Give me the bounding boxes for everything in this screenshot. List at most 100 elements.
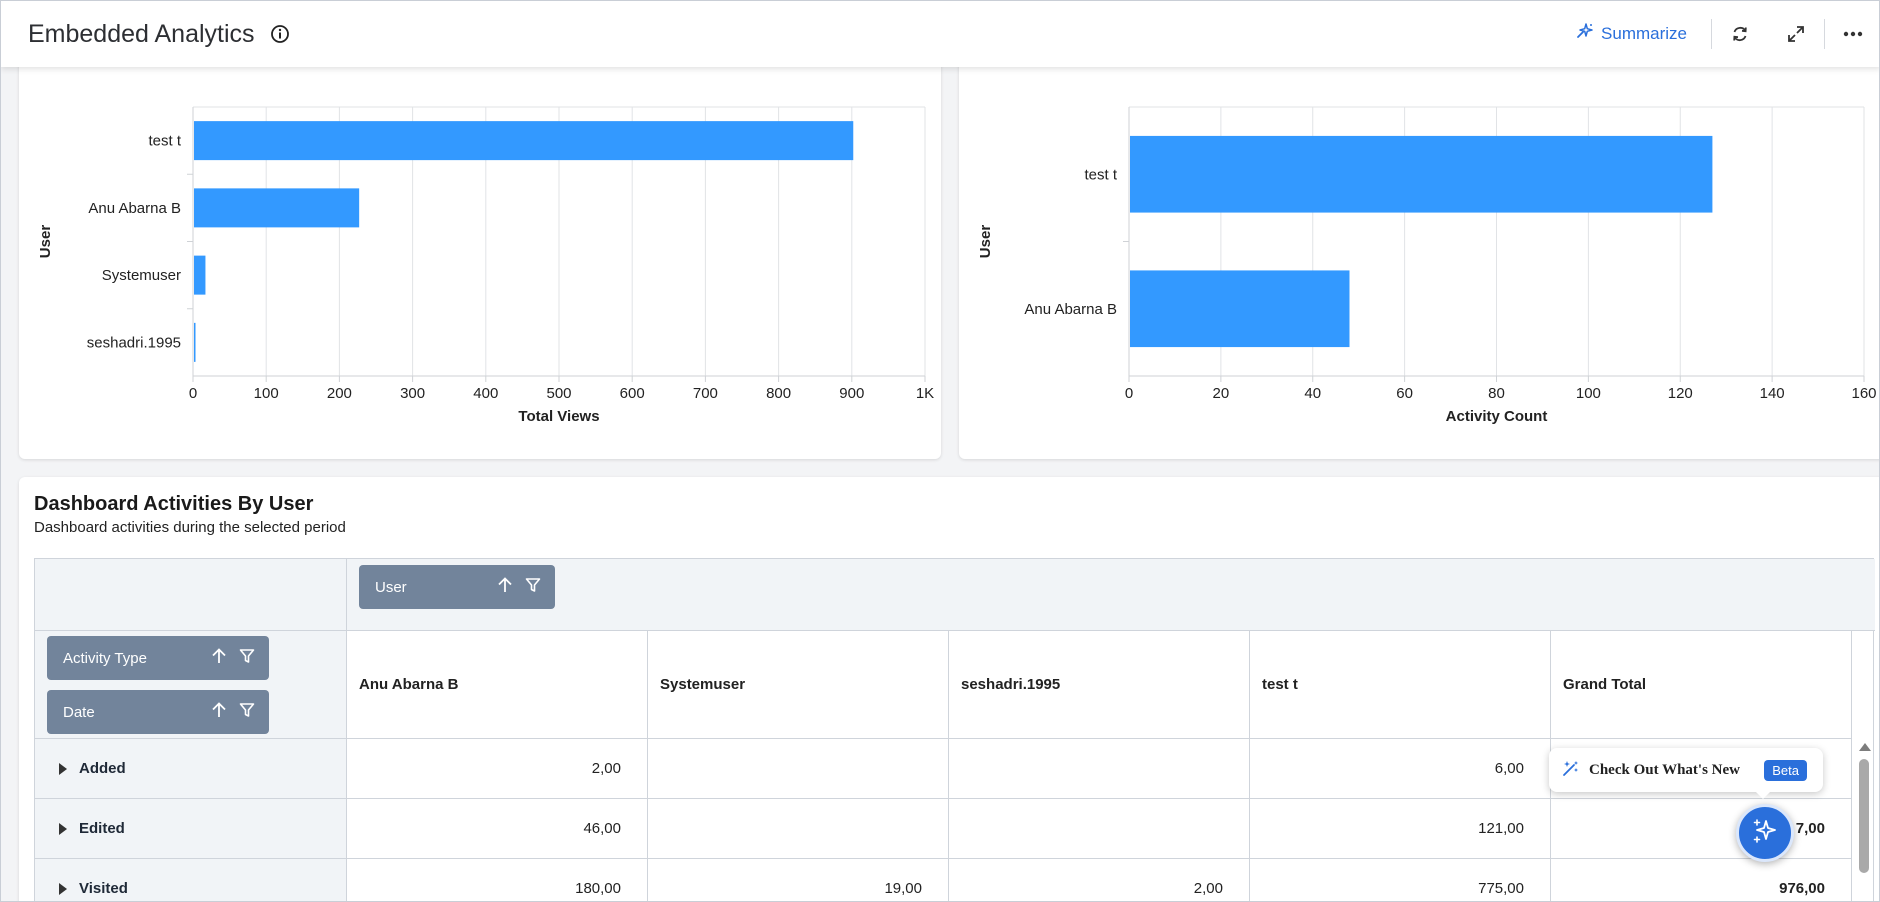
section-subtitle: Dashboard activities during the selected… (34, 519, 346, 536)
vertical-scrollbar[interactable] (1857, 739, 1871, 901)
pivot-corner (35, 559, 347, 631)
bar[interactable] (194, 121, 854, 161)
x-tick-label: 400 (473, 385, 498, 402)
table-cell: 46,00 (347, 799, 648, 859)
summarize-label: Summarize (1601, 24, 1687, 43)
more-icon[interactable] (1825, 14, 1879, 54)
x-tick-label: 160 (1851, 385, 1876, 402)
header-actions: Summarize (1551, 1, 1879, 67)
expand-caret-icon[interactable] (59, 822, 67, 835)
y-tick-label: Anu Abarna B (1024, 301, 1117, 318)
row-label: Visited (79, 880, 128, 897)
x-tick-label: 200 (327, 385, 352, 402)
x-tick-label: 100 (1576, 385, 1601, 402)
table-cell (648, 799, 949, 859)
bar[interactable] (1130, 135, 1713, 213)
pivot-row-field-area: Activity Type Date (35, 631, 347, 739)
date-field-chip[interactable]: Date (47, 690, 269, 734)
sort-ascending-icon[interactable] (211, 647, 227, 669)
beta-badge: Beta (1764, 759, 1807, 781)
refresh-icon[interactable] (1712, 14, 1768, 54)
x-tick-label: 600 (620, 385, 645, 402)
scrollbar-thumb[interactable] (1859, 759, 1869, 873)
activity-count-chart: 0 20 40 60 80 100 120 140 160 test t Anu Abarna B A… (977, 106, 1877, 425)
pivot-column-field-area: User (347, 559, 1875, 631)
x-tick-label: 40 (1304, 385, 1321, 402)
filter-icon[interactable] (239, 648, 255, 668)
app-window: Embedded Analytics Summarize 0 100 200 3… (0, 0, 1880, 902)
x-tick-label: 300 (400, 385, 425, 402)
y-tick-label: test t (148, 133, 181, 150)
table-cell-total: 976,00 (1551, 859, 1852, 901)
filter-icon[interactable] (239, 702, 255, 722)
dashboard-header: Embedded Analytics Summarize (1, 1, 1879, 67)
expand-icon[interactable] (1768, 14, 1824, 54)
column-header-seshadri[interactable]: seshadri.1995 (949, 631, 1250, 739)
table-cell: 19,00 (648, 859, 949, 901)
sparkle-icon (1750, 816, 1780, 851)
column-header-grand-total[interactable]: Grand Total (1551, 631, 1852, 739)
bar[interactable] (1130, 270, 1350, 348)
row-label: Edited (79, 820, 125, 837)
bar[interactable] (194, 255, 206, 295)
y-tick-label: test t (1084, 166, 1117, 183)
popover-tail (1755, 791, 1771, 799)
whats-new-popover[interactable]: Check Out What's New Beta (1549, 748, 1823, 792)
x-axis-title: Activity Count (1446, 408, 1548, 425)
x-tick-label: 100 (254, 385, 279, 402)
table-cell: 121,00 (1250, 799, 1551, 859)
x-tick-label: 800 (766, 385, 791, 402)
x-tick-label: 120 (1668, 385, 1693, 402)
table-cell: 6,00 (1250, 739, 1551, 799)
x-tick-label: 20 (1213, 385, 1230, 402)
x-tick-label: 0 (189, 385, 197, 402)
table-cell (949, 799, 1250, 859)
y-axis-title: User (37, 225, 54, 259)
column-header-anu-abarna-b[interactable]: Anu Abarna B (347, 631, 648, 739)
table-cell: 2,00 (347, 739, 648, 799)
x-axis-title: Total Views (518, 408, 599, 425)
total-views-chart: 0 100 200 300 400 500 600 700 800 900 1K test t Anu … (37, 106, 934, 425)
row-header-edited[interactable]: Edited (35, 799, 347, 859)
y-tick-label: Systemuser (102, 267, 181, 284)
column-header-systemuser[interactable]: Systemuser (648, 631, 949, 739)
x-tick-label: 80 (1488, 385, 1505, 402)
ai-assistant-button[interactable] (1736, 804, 1794, 862)
info-icon[interactable] (269, 23, 291, 45)
table-cell-total: 7,00 (1551, 799, 1852, 859)
y-axis-title: User (977, 225, 994, 259)
x-tick-label: 60 (1396, 385, 1413, 402)
x-tick-label: 140 (1760, 385, 1785, 402)
activity-count-chart-card: 0 20 40 60 80 100 120 140 160 test t Anu Abarna B A… (959, 59, 1879, 459)
table-cell: 2,00 (949, 859, 1250, 901)
x-tick-label: 900 (839, 385, 864, 402)
total-views-chart-card: 0 100 200 300 400 500 600 700 800 900 1K test t Anu … (19, 59, 941, 459)
bar[interactable] (194, 188, 360, 228)
sort-ascending-icon[interactable] (497, 576, 513, 598)
chip-label: Date (63, 703, 95, 721)
whats-new-label: Check Out What's New (1589, 761, 1740, 778)
x-tick-label: 1K (916, 385, 934, 402)
scroll-up-arrow-icon[interactable] (1859, 743, 1871, 751)
column-header-test-t[interactable]: test t (1250, 631, 1551, 739)
filter-icon[interactable] (525, 577, 541, 597)
x-tick-label: 500 (546, 385, 571, 402)
activity-type-field-chip[interactable]: Activity Type (47, 636, 269, 680)
row-label: Added (79, 760, 126, 777)
table-cell (648, 739, 949, 799)
x-tick-label: 0 (1125, 385, 1133, 402)
x-tick-label: 700 (693, 385, 718, 402)
user-field-chip[interactable]: User (359, 565, 555, 609)
page-title: Embedded Analytics (28, 19, 255, 48)
row-header-visited[interactable]: Visited (35, 859, 347, 901)
row-header-added[interactable]: Added (35, 739, 347, 799)
sort-ascending-icon[interactable] (211, 701, 227, 723)
expand-caret-icon[interactable] (59, 762, 67, 775)
chip-label: Activity Type (63, 649, 147, 667)
chip-label: User (375, 578, 407, 596)
pivot-grid: User Activity Type Date Anu Abarna B Sys… (34, 558, 1875, 901)
bar[interactable] (194, 322, 196, 362)
summarize-button[interactable]: Summarize (1551, 22, 1711, 47)
y-tick-label: seshadri.1995 (87, 334, 181, 351)
expand-caret-icon[interactable] (59, 882, 67, 895)
